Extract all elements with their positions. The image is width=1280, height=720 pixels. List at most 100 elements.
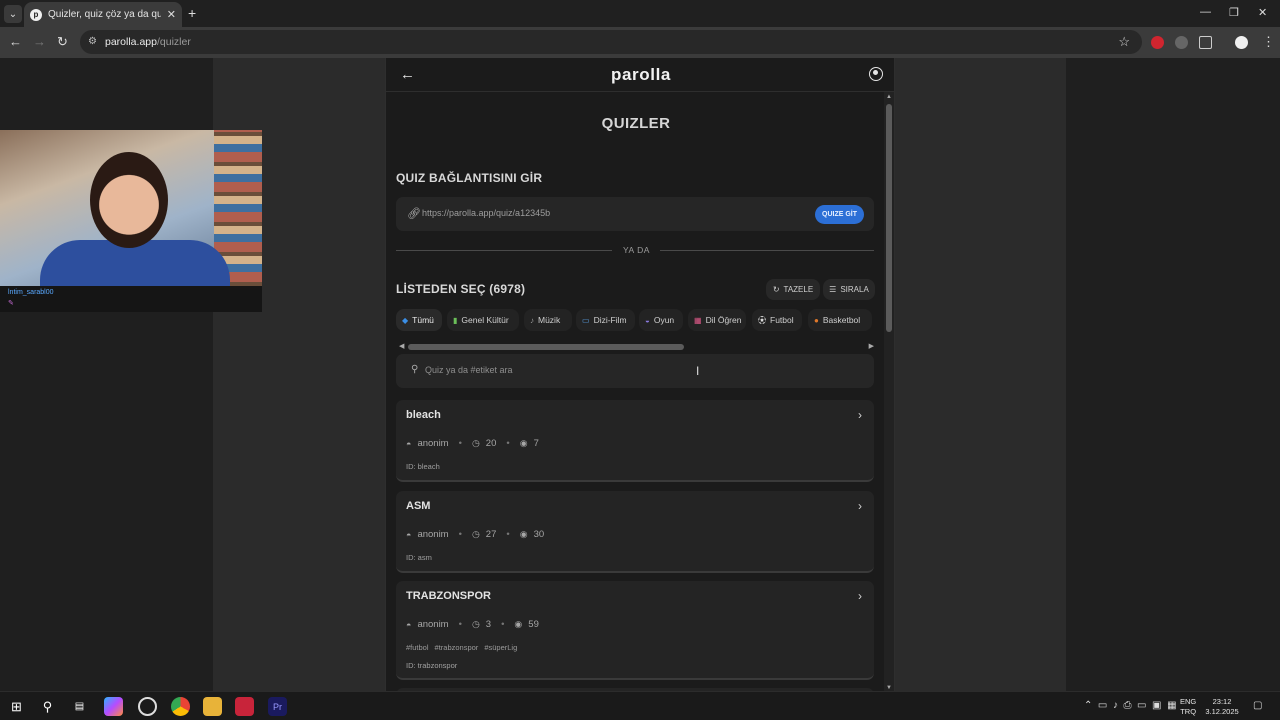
notification-icon[interactable]: ▢	[1253, 700, 1262, 711]
minimize-icon[interactable]: —	[1200, 6, 1211, 18]
account-icon[interactable]	[869, 67, 883, 81]
windows-start-icon[interactable]: ⊞	[7, 697, 26, 716]
separator: •	[458, 529, 462, 540]
quiz-tag[interactable]: #trabzonspor	[435, 643, 479, 652]
quiz-tag[interactable]: #futbol	[406, 643, 429, 652]
books-icon: ▮	[453, 315, 458, 325]
scroll-left-icon[interactable]: ◀	[399, 342, 404, 350]
link-section-title: QUIZ BAĞLANTISINI GİR	[396, 171, 543, 185]
quiz-link-field[interactable]: 🔗︎ https://parolla.app/quiz/a12345b QUIZ…	[396, 197, 874, 231]
quiz-question-count: 27	[485, 529, 497, 540]
sort-button[interactable]: ☰ SIRALA	[823, 279, 875, 300]
bookmark-star-icon[interactable]: ☆	[1118, 34, 1130, 50]
webcam-overlay	[0, 130, 262, 286]
search-icon: ⚲	[411, 364, 419, 375]
quiz-author: anonim	[417, 438, 449, 449]
task-view-icon[interactable]: ▤	[70, 697, 89, 716]
quiz-search-field[interactable]: ⚲ Quiz ya da #etiket ara	[396, 354, 874, 388]
scroll-right-icon[interactable]: ▶	[869, 342, 874, 350]
category-label: Dizi-Film	[593, 315, 627, 325]
refresh-button[interactable]: ↻ TAZELE	[766, 279, 820, 300]
category-tab-music[interactable]: ♪ Müzik	[524, 309, 572, 331]
close-tab-icon[interactable]: ✕	[167, 8, 176, 21]
tab-search-button[interactable]: ⌄	[4, 5, 22, 23]
category-label: Oyun	[653, 315, 675, 325]
gamepad-icon: ◒	[645, 315, 650, 325]
new-tab-icon[interactable]: +	[188, 5, 196, 21]
close-window-icon[interactable]: ✕	[1258, 6, 1267, 19]
chevron-right-icon: ›	[858, 408, 862, 422]
horizontal-scroll-thumb[interactable]	[408, 344, 684, 350]
quiz-card[interactable]: bleach › ◓ anonim • ◷ 20 • ◉ 7 ID: bleac…	[396, 400, 874, 482]
vertical-scrollbar[interactable]: ▲ ▼	[884, 92, 894, 691]
file-explorer-icon[interactable]	[203, 697, 222, 716]
reload-icon[interactable]: ↻	[57, 34, 68, 50]
extension-icon[interactable]	[1175, 36, 1188, 49]
category-tab-general-culture[interactable]: ▮ Genel Kültür	[447, 309, 519, 331]
obs-icon[interactable]	[138, 697, 157, 716]
premiere-pro-icon[interactable]: Pr	[268, 697, 287, 716]
address-bar[interactable]: ⚙ parolla.app/quizler ☆	[80, 30, 1142, 54]
voicemod-icon[interactable]	[235, 697, 254, 716]
browser-tab[interactable]: p Quizler, quiz çöz ya da quiz oluş ✕	[24, 2, 182, 27]
horizontal-scrollbar[interactable]: ◀ ▶	[396, 342, 876, 352]
eye-icon: ◉	[519, 438, 528, 448]
eye-icon: ◉	[514, 619, 523, 629]
quiz-id: ID: bleach	[406, 462, 440, 471]
sort-label: SIRALA	[840, 285, 869, 294]
quiz-id: ID: asm	[406, 553, 432, 562]
chat-emote-icon: ✎	[8, 300, 14, 307]
refresh-icon: ↻	[772, 285, 780, 294]
site-info-icon[interactable]: ⚙	[88, 36, 97, 47]
category-tab-basketball[interactable]: ● Basketbol	[808, 309, 872, 331]
quiz-meta: ◓ anonim • ◷ 3 • ◉ 59	[406, 619, 539, 630]
system-clock[interactable]: 23:12 3.12.2025	[1204, 697, 1240, 717]
scroll-thumb[interactable]	[886, 104, 892, 332]
chrome-icon[interactable]	[171, 697, 190, 716]
logo[interactable]: parolla	[386, 65, 894, 85]
restore-icon[interactable]: ❐	[1229, 6, 1239, 19]
quiz-title: TRABZONSPOR	[406, 590, 491, 602]
scroll-up-icon[interactable]: ▲	[886, 94, 892, 100]
extensions-puzzle-icon[interactable]	[1199, 36, 1212, 49]
category-tab-games[interactable]: ◒ Oyun	[639, 309, 683, 331]
quiz-card[interactable]: TRABZONSPOR › ◓ anonim • ◷ 3 • ◉ 59 #fut…	[396, 581, 874, 680]
separator: •	[458, 619, 462, 630]
category-tab-tv-film[interactable]: ▭ Dizi-Film	[576, 309, 635, 331]
system-tray-icons[interactable]: ⌃ ▭ ♪ ⎙ ▭ ▣ ▦	[1084, 700, 1177, 711]
browser-tab-bar: ⌄ p Quizler, quiz çöz ya da quiz oluş ✕ …	[0, 0, 1280, 27]
category-label: Basketbol	[822, 315, 861, 325]
webcam-person-head	[90, 152, 168, 248]
menu-kebab-icon[interactable]: ⋮	[1262, 34, 1275, 50]
category-tab-language[interactable]: ▦ Dil Öğren	[688, 309, 746, 331]
quiz-author: anonim	[417, 529, 449, 540]
eye-icon: ◉	[519, 529, 528, 539]
forward-nav-icon[interactable]: →	[33, 34, 46, 49]
stream-chat-overlay: lntim_sarabl00 ✎	[0, 286, 262, 312]
quiz-search-input[interactable]: Quiz ya da #etiket ara	[425, 365, 513, 375]
sort-icon: ☰	[829, 285, 837, 294]
separator: •	[458, 438, 462, 449]
search-icon[interactable]: ⚲	[38, 697, 57, 716]
url-text: parolla.app/quizler	[105, 36, 191, 48]
extension-icon[interactable]	[1151, 36, 1164, 49]
windows-taskbar: ⊞ ⚲ ▤ Pr ⌃ ▭ ♪ ⎙ ▭ ▣ ▦ ENG TRQ 23:12 3.1…	[0, 691, 1280, 720]
music-note-icon: ♪	[530, 315, 534, 325]
category-tab-all[interactable]: ◆ Tümü	[396, 309, 442, 331]
copilot-icon[interactable]	[104, 697, 123, 716]
app-header: ← parolla	[386, 58, 894, 92]
category-filter-row: ◆ Tümü ▮ Genel Kültür ♪ Müzik ▭ Dizi-Fil…	[396, 309, 876, 331]
go-to-quiz-button[interactable]: QUIZE GİT	[815, 205, 864, 224]
quiz-card[interactable]: ASM › ◓ anonim • ◷ 27 • ◉ 30 ID: asm	[396, 491, 874, 573]
separator: •	[501, 619, 505, 630]
input-language[interactable]: ENG TRQ	[1180, 697, 1196, 717]
category-tab-football[interactable]: ⚽︎ Futbol	[752, 309, 802, 331]
category-label: Genel Kültür	[461, 315, 509, 325]
divider-line	[396, 250, 612, 251]
quiz-view-count: 30	[533, 529, 545, 540]
quiz-link-input[interactable]: https://parolla.app/quiz/a12345b	[422, 208, 550, 218]
quiz-tag[interactable]: #süperLig	[484, 643, 517, 652]
profile-avatar[interactable]	[1235, 36, 1248, 49]
chevron-right-icon: ›	[858, 589, 862, 603]
back-nav-icon[interactable]: ←	[9, 34, 22, 49]
